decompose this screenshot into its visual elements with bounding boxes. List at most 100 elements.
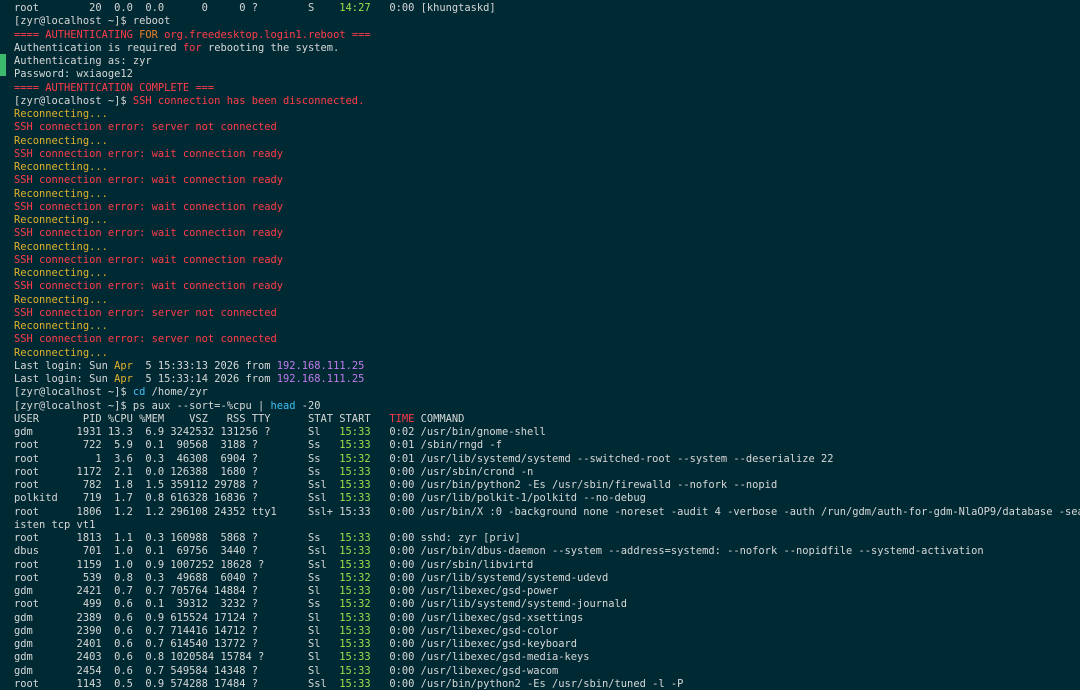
- terminal-text-segment: gdm 2403 0.6 0.8 1020584 15784 ? Sl: [14, 651, 340, 664]
- terminal-output[interactable]: root 20 0.0 0.0 0 0 ? S 14:27 0:00 [khun…: [14, 2, 1080, 690]
- terminal-text-segment: head: [270, 399, 296, 412]
- terminal-line: Authentication is required for rebooting…: [14, 42, 1080, 55]
- terminal-line: [zyr@localhost ~]$ reboot: [14, 15, 1080, 28]
- terminal-line: polkitd 719 1.7 0.8 616328 16836 ? Ssl 1…: [14, 492, 1080, 505]
- terminal-text-segment: 192.168.111.25: [276, 359, 365, 372]
- terminal-text-segment: 0:00 /usr/lib/systemd/systemd-udevd: [370, 571, 609, 584]
- terminal-text-segment: 15:33: [339, 545, 371, 558]
- terminal-line: root 722 5.9 0.1 90568 3188 ? Ss 15:33 0…: [14, 439, 1080, 452]
- terminal-line: dbus 701 1.0 0.1 69756 3440 ? Ssl 15:33 …: [14, 545, 1080, 558]
- terminal-text-segment: 5 15:33:14 2026 from: [132, 373, 277, 385]
- terminal-text-segment: 0:00 /usr/bin/python2 -Es /usr/sbin/fire…: [370, 479, 778, 491]
- terminal-text-segment: USER PID %CPU %MEM VSZ RSS TTY STAT STAR…: [14, 412, 390, 425]
- terminal-line: gdm 2390 0.6 0.7 714416 14712 ? Sl 15:33…: [14, 625, 1080, 638]
- terminal-text-segment: 0:00 /usr/libexec/gsd-color: [370, 624, 559, 637]
- terminal-text-segment: ==== AUTHENTICATION COMPLETE ===: [14, 81, 215, 94]
- terminal-text-segment: 15:32: [339, 571, 371, 584]
- terminal-line: gdm 2389 0.6 0.9 615524 17124 ? Sl 15:33…: [14, 612, 1080, 625]
- terminal-line: root 539 0.8 0.3 49688 6040 ? Ss 15:32 0…: [14, 572, 1080, 585]
- terminal-window[interactable]: root 20 0.0 0.0 0 0 ? S 14:27 0:00 [khun…: [0, 0, 1080, 690]
- terminal-text-segment: 15:32: [339, 598, 371, 611]
- terminal-text-segment: gdm 2421 0.7 0.7 705764 14884 ? Sl: [14, 585, 340, 597]
- terminal-line: gdm 2403 0.6 0.8 1020584 15784 ? Sl 15:3…: [14, 651, 1080, 664]
- terminal-text-segment: root 20 0.0 0.0 0 0 ? S: [14, 2, 340, 14]
- terminal-line: Reconnecting...: [14, 294, 1080, 307]
- terminal-text-segment: SSH connection error: wait connection re…: [14, 253, 283, 266]
- terminal-text-segment: root 1 3.6 0.3 46308 6904 ? Ss: [14, 452, 340, 465]
- terminal-line: root 499 0.6 0.1 39312 3232 ? Ss 15:32 0…: [14, 598, 1080, 611]
- terminal-text-segment: 15:33: [339, 677, 371, 690]
- terminal-text-segment: 0:00 /usr/lib/systemd/systemd-journald: [370, 598, 628, 611]
- terminal-line: Reconnecting...: [14, 241, 1080, 254]
- terminal-line: [zyr@localhost ~]$ SSH connection has be…: [14, 95, 1080, 108]
- terminal-text-segment: root 499 0.6 0.1 39312 3232 ? Ss: [14, 598, 340, 611]
- terminal-line: root 1806 1.2 1.2 296108 24352 tty1 Ssl+…: [14, 506, 1080, 519]
- terminal-text-segment: 0:01 /usr/lib/systemd/systemd --switched…: [370, 452, 834, 465]
- terminal-text-segment: SSH connection error: wait connection re…: [14, 200, 283, 213]
- terminal-line: SSH connection error: wait connection re…: [14, 254, 1080, 267]
- terminal-text-segment: 15:33: [339, 585, 371, 597]
- terminal-text-segment: gdm 2389 0.6 0.9 615524 17124 ? Sl: [14, 611, 340, 624]
- terminal-line: root 782 1.8 1.5 359112 29788 ? Ssl 15:3…: [14, 479, 1080, 492]
- terminal-line: ==== AUTHENTICATING FOR org.freedesktop.…: [14, 29, 1080, 42]
- terminal-line: root 1172 2.1 0.0 126388 1680 ? Ss 15:33…: [14, 466, 1080, 479]
- terminal-text-segment: 15:33: [339, 532, 371, 544]
- terminal-text-segment: 0:00 sshd: zyr [priv]: [370, 532, 521, 544]
- terminal-text-segment: FOR: [139, 28, 158, 41]
- terminal-text-segment: 0:00 /usr/sbin/libvirtd: [370, 558, 534, 571]
- terminal-text-segment: 15:33: [339, 439, 371, 452]
- terminal-text-segment: Password: wxiaoge12: [14, 68, 133, 81]
- terminal-text-segment: dbus 701 1.0 0.1 69756 3440 ? Ssl: [14, 545, 340, 558]
- terminal-text-segment: SSH connection error: wait connection re…: [14, 280, 283, 293]
- terminal-line: [zyr@localhost ~]$ cd /home/zyr: [14, 386, 1080, 399]
- terminal-text-segment: SSH connection error: wait connection re…: [14, 147, 283, 160]
- terminal-line: Reconnecting...: [14, 188, 1080, 201]
- terminal-line: Reconnecting...: [14, 135, 1080, 148]
- terminal-text-segment: 0:02 /usr/bin/gnome-shell: [370, 426, 546, 438]
- terminal-text-segment: 0:00 /usr/lib/polkit-1/polkitd --no-debu…: [370, 492, 646, 505]
- terminal-text-segment: 0:00 /usr/libexec/gsd-keyboard: [370, 638, 578, 650]
- terminal-text-segment: Reconnecting...: [14, 267, 108, 279]
- terminal-text-segment: 0:00 /usr/sbin/crond -n: [370, 465, 534, 478]
- terminal-line: SSH connection error: server not connect…: [14, 121, 1080, 134]
- terminal-text-segment: root 782 1.8 1.5 359112 29788 ? Ssl: [14, 479, 340, 491]
- terminal-line: ==== AUTHENTICATION COMPLETE ===: [14, 82, 1080, 95]
- terminal-line: isten tcp vt1: [14, 519, 1080, 532]
- terminal-line: SSH connection error: server not connect…: [14, 333, 1080, 346]
- terminal-text-segment: SSH connection has been disconnected.: [132, 94, 365, 107]
- terminal-text-segment: cd: [132, 386, 146, 399]
- terminal-text-segment: TIME: [389, 412, 415, 425]
- terminal-text-segment: rebooting the system.: [201, 41, 340, 54]
- terminal-line: root 20 0.0 0.0 0 0 ? S 14:27 0:00 [khun…: [14, 2, 1080, 15]
- terminal-text-segment: Reconnecting...: [14, 320, 108, 332]
- terminal-text-segment: 0:00 /usr/libexec/gsd-media-keys: [370, 651, 590, 664]
- terminal-text-segment: ==== AUTHENTICATING: [14, 28, 140, 41]
- terminal-text-segment: root 1159 1.0 0.9 1007252 18628 ? Ssl: [14, 558, 340, 571]
- terminal-line: SSH connection error: wait connection re…: [14, 280, 1080, 293]
- terminal-line: Reconnecting...: [14, 267, 1080, 280]
- terminal-line: Reconnecting...: [14, 161, 1080, 174]
- terminal-text-segment: Reconnecting...: [14, 240, 108, 253]
- terminal-text-segment: [zyr@localhost ~]$: [14, 386, 133, 399]
- terminal-text-segment: 0:00 /usr/libexec/gsd-xsettings: [370, 611, 584, 624]
- terminal-text-segment: root 722 5.9 0.1 90568 3188 ? Ss: [14, 439, 340, 452]
- terminal-text-segment: root 1143 0.5 0.9 574288 17484 ? Ssl: [14, 677, 340, 690]
- terminal-line: Last login: Sun Apr 5 15:33:13 2026 from…: [14, 360, 1080, 373]
- terminal-text-segment: SSH connection error: server not connect…: [14, 333, 277, 346]
- terminal-text-segment: 192.168.111.25: [276, 373, 365, 385]
- terminal-line: root 1813 1.1 0.3 160988 5868 ? Ss 15:33…: [14, 532, 1080, 545]
- terminal-text-segment: [zyr@localhost ~]$ ps aux --sort=-%cpu |: [14, 399, 271, 412]
- terminal-text-segment: Last login: Sun: [14, 359, 115, 372]
- terminal-text-segment: 15:33: [339, 664, 371, 677]
- terminal-text-segment: gdm 1931 13.3 6.9 3242532 131256 ? Sl: [14, 426, 340, 438]
- terminal-text-segment: root 1172 2.1 0.0 126388 1680 ? Ss: [14, 465, 340, 478]
- terminal-text-segment: 15:32: [339, 452, 371, 465]
- terminal-text-segment: 15:33: [339, 611, 371, 624]
- terminal-text-segment: for: [182, 41, 202, 54]
- terminal-text-segment: Reconnecting...: [14, 161, 108, 173]
- terminal-text-segment: [zyr@localhost ~]$ reboot: [14, 15, 171, 28]
- terminal-line: SSH connection error: wait connection re…: [14, 227, 1080, 240]
- terminal-text-segment: Authenticating as: zyr: [14, 55, 152, 67]
- terminal-text-segment: Reconnecting...: [14, 293, 108, 306]
- terminal-text-segment: 0:00 [khungtaskd]: [370, 2, 496, 14]
